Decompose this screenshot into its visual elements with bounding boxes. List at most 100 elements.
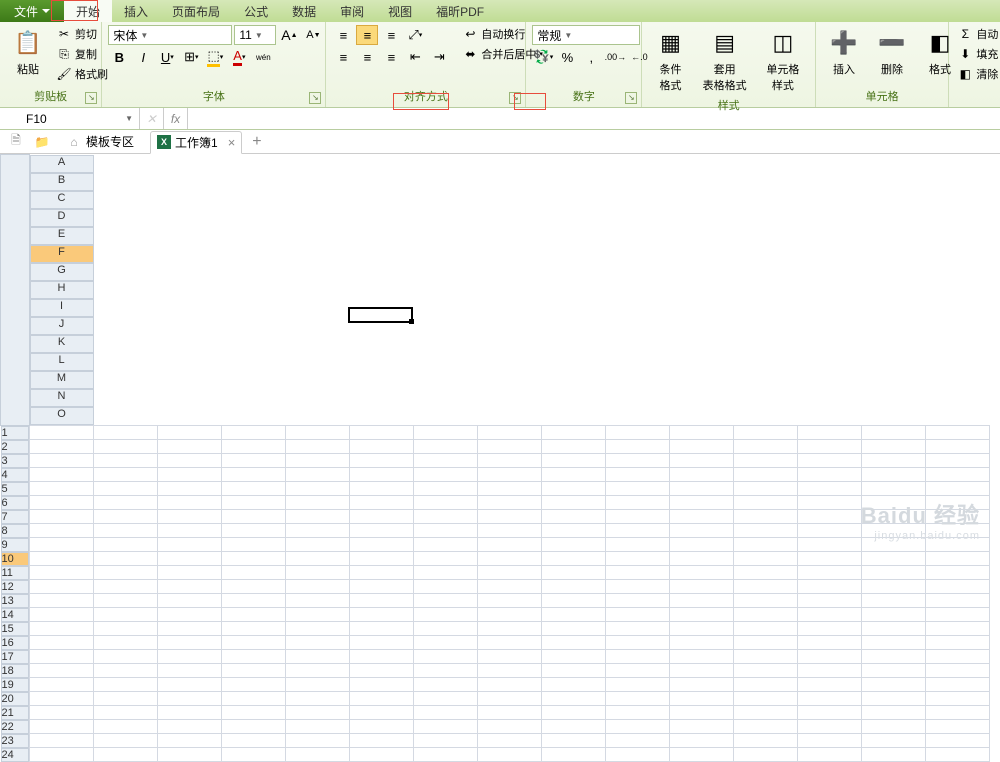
cell[interactable] [414,692,478,706]
cell[interactable] [670,552,734,566]
cell[interactable] [350,650,414,664]
cell[interactable] [158,734,222,748]
fill-color-button[interactable]: ⬚▾ [204,47,226,67]
cell[interactable] [222,748,286,762]
cell[interactable] [542,678,606,692]
cell[interactable] [286,678,350,692]
cell[interactable] [606,496,670,510]
cell[interactable] [734,425,798,440]
cell[interactable] [478,425,542,440]
cell[interactable] [798,425,862,440]
cell[interactable] [222,636,286,650]
cell[interactable] [734,482,798,496]
cell[interactable] [29,524,94,538]
cell[interactable] [94,440,158,454]
cell[interactable] [350,580,414,594]
cell[interactable] [862,664,926,678]
row-header[interactable]: 14 [1,608,29,622]
cell[interactable] [542,580,606,594]
row-header[interactable]: 5 [1,482,29,496]
cell[interactable] [734,734,798,748]
col-header[interactable]: H [30,281,94,299]
italic-button[interactable]: I [132,47,154,67]
clipboard-launcher[interactable]: ↘ [85,92,97,104]
folder-icon[interactable]: 📁 [34,134,50,150]
fill-button[interactable]: ⬇填充 [955,45,1000,63]
cell[interactable] [542,706,606,720]
align-center-button[interactable]: ≡ [356,47,378,67]
cell[interactable] [606,734,670,748]
cell[interactable] [222,454,286,468]
cell[interactable] [734,692,798,706]
cell[interactable] [734,748,798,762]
cell[interactable] [798,706,862,720]
cell[interactable] [158,580,222,594]
cell[interactable] [29,748,94,762]
cell[interactable] [734,664,798,678]
cell[interactable] [926,678,990,692]
row-header[interactable]: 13 [1,594,29,608]
cell[interactable] [414,720,478,734]
cell[interactable] [286,425,350,440]
cell[interactable] [926,608,990,622]
cell[interactable] [414,524,478,538]
increase-font-button[interactable]: A▲ [278,25,300,45]
cell[interactable] [158,524,222,538]
cell[interactable] [606,510,670,524]
cell[interactable] [734,636,798,650]
cell[interactable] [414,454,478,468]
underline-button[interactable]: U▾ [156,47,178,67]
delete-cells-button[interactable]: ➖删除 [870,25,914,79]
cell[interactable] [606,552,670,566]
cell[interactable] [478,636,542,650]
cell[interactable] [94,425,158,440]
cell[interactable] [158,608,222,622]
cell[interactable] [414,538,478,552]
percent-button[interactable]: % [556,47,578,67]
col-header[interactable]: O [30,407,94,425]
bold-button[interactable]: B [108,47,130,67]
cell[interactable] [670,650,734,664]
cell[interactable] [734,608,798,622]
cell[interactable] [158,482,222,496]
cell[interactable] [94,664,158,678]
cell[interactable] [350,734,414,748]
cell[interactable] [862,454,926,468]
cell[interactable] [606,594,670,608]
cell[interactable] [670,440,734,454]
cell[interactable] [414,580,478,594]
cell[interactable] [29,706,94,720]
cell[interactable] [350,594,414,608]
cell[interactable] [542,440,606,454]
cell[interactable] [350,524,414,538]
cell[interactable] [29,538,94,552]
cell[interactable] [670,636,734,650]
cell[interactable] [542,454,606,468]
cell[interactable] [222,594,286,608]
cancel-formula-button[interactable]: ✕ [140,108,164,129]
font-color-button[interactable]: A▾ [228,47,250,67]
cell[interactable] [798,538,862,552]
align-launcher[interactable]: ↘ [509,92,521,104]
cell[interactable] [798,636,862,650]
cell[interactable] [158,678,222,692]
tab-foxit[interactable]: 福昕PDF [424,0,496,22]
insert-cells-button[interactable]: ➕插入 [822,25,866,79]
cell[interactable] [222,496,286,510]
cell[interactable] [606,580,670,594]
align-bottom-button[interactable]: ≡ [380,25,402,45]
cell[interactable] [414,594,478,608]
name-box[interactable]: F10▼ [20,108,140,129]
tab-insert[interactable]: 插入 [112,0,160,22]
phonetic-button[interactable]: wén [252,47,274,67]
row-header[interactable]: 24 [1,748,29,762]
cell[interactable] [862,678,926,692]
cell[interactable] [94,454,158,468]
increase-decimal-button[interactable]: .00→ [604,47,626,67]
cell[interactable] [734,566,798,580]
cell[interactable] [286,538,350,552]
cell[interactable] [158,706,222,720]
cell[interactable] [670,580,734,594]
cell[interactable] [478,748,542,762]
cell[interactable] [926,664,990,678]
